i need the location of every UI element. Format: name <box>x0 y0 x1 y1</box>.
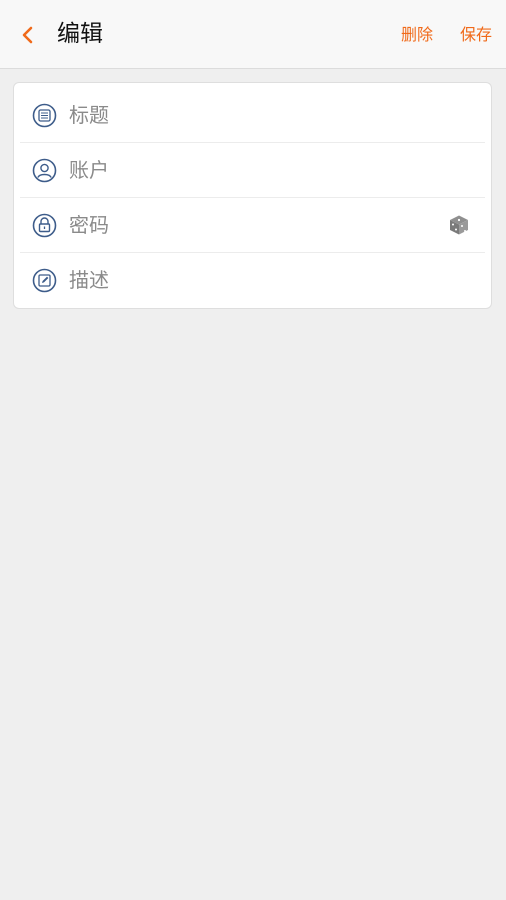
password-input[interactable]: 密码 <box>69 210 429 240</box>
title-icon <box>32 103 57 128</box>
back-button[interactable] <box>12 20 44 50</box>
top-bar: 编辑 删除 保存 <box>0 0 506 69</box>
chevron-left-icon <box>22 26 33 44</box>
account-row: 账户 <box>14 143 493 198</box>
description-row: 描述 <box>14 253 493 308</box>
title-input[interactable]: 标题 <box>69 100 429 130</box>
account-input[interactable]: 账户 <box>69 155 429 185</box>
page-title: 编辑 <box>57 21 103 47</box>
lock-icon <box>32 213 57 238</box>
delete-button[interactable]: 删除 <box>401 22 433 48</box>
dice-icon[interactable] <box>448 214 470 236</box>
description-input[interactable]: 描述 <box>69 265 429 295</box>
edit-form-card: 标题 账户 密码 描述 <box>13 82 492 309</box>
save-button[interactable]: 保存 <box>460 22 492 48</box>
password-row: 密码 <box>14 198 493 253</box>
account-icon <box>32 158 57 183</box>
title-row: 标题 <box>14 88 493 143</box>
description-icon <box>32 268 57 293</box>
